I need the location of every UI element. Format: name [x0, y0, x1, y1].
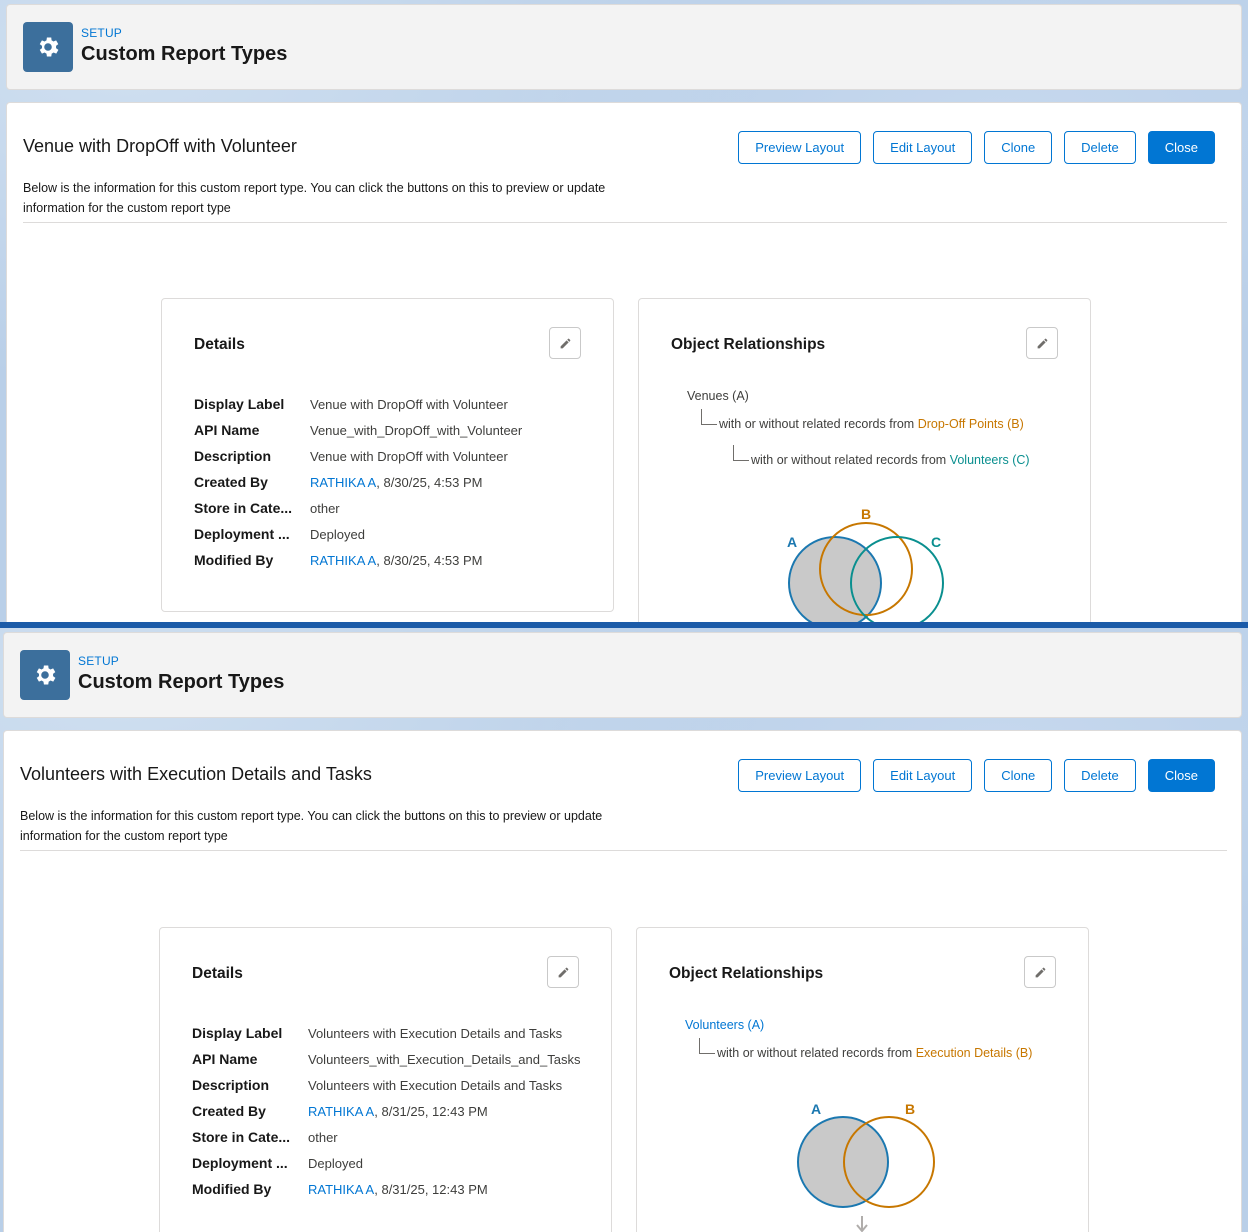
action-buttons: Preview Layout Edit Layout Clone Delete …	[738, 759, 1215, 792]
gear-icon	[39, 37, 59, 57]
edit-layout-button[interactable]: Edit Layout	[873, 759, 973, 792]
divider	[23, 222, 1227, 223]
pencil-icon	[1037, 338, 1047, 348]
page-header: SETUP Custom Report Types	[3, 632, 1242, 718]
edit-details-button[interactable]	[547, 956, 579, 988]
delete-button[interactable]: Delete	[1064, 759, 1136, 792]
field-store-in-category: Store in Cate... other	[194, 500, 340, 516]
gear-icon	[36, 665, 56, 685]
field-api-name: API Name Venue_with_DropOff_with_Volunte…	[194, 422, 523, 438]
venn-label-a: A	[787, 534, 797, 550]
relationships-title: Object Relationships	[671, 336, 826, 353]
field-description: Description Volunteers with Execution De…	[192, 1077, 563, 1093]
delete-button[interactable]: Delete	[1064, 131, 1136, 164]
field-api-name: API Name Volunteers_with_Execution_Detai…	[192, 1051, 581, 1067]
pencil-icon	[560, 338, 570, 348]
venn-label-b: B	[905, 1101, 915, 1117]
edit-relationships-button[interactable]	[1026, 327, 1058, 359]
details-card: Details Display Label Venue with DropOff…	[161, 298, 614, 612]
report-type-title: Venue with DropOff with Volunteer	[23, 136, 297, 156]
clone-button[interactable]: Clone	[984, 131, 1053, 164]
venn-diagram: A B C	[787, 506, 944, 622]
field-created-by: Created By RATHIKA A, 8/31/25, 12:43 PM	[192, 1103, 488, 1119]
edit-relationships-button[interactable]	[1024, 956, 1056, 988]
object-b-link[interactable]: Drop-Off Points (B)	[918, 417, 1024, 431]
field-deployment-status: Deployment ... Deployed	[194, 526, 365, 542]
relation-c-row: with or without related records from Vol…	[751, 453, 1030, 467]
details-fields: Display Label Volunteers with Execution …	[192, 1020, 580, 1202]
arrow-down-icon	[856, 1216, 868, 1232]
setup-gear-tile	[23, 22, 73, 72]
object-b-link[interactable]: Execution Details (B)	[916, 1046, 1033, 1060]
pencil-icon	[558, 967, 568, 977]
page-title: Custom Report Types	[81, 43, 288, 65]
report-type-description: Below is the information for this custom…	[20, 809, 603, 843]
venn-label-c: C	[931, 534, 941, 550]
field-created-by: Created By RATHIKA A, 8/30/25, 4:53 PM	[194, 474, 483, 490]
created-by-user-link[interactable]: RATHIKA A	[308, 1104, 374, 1119]
created-by-user-link[interactable]: RATHIKA A	[310, 475, 376, 490]
object-a-link[interactable]: Venues (A)	[687, 389, 749, 403]
object-c-link[interactable]: Volunteers (C)	[950, 453, 1030, 467]
clone-button[interactable]: Clone	[984, 759, 1053, 792]
setup-gear-tile	[20, 650, 70, 700]
report-type-panel: Venue with DropOff with Volunteer Below …	[6, 102, 1242, 622]
report-type-panel: Volunteers with Execution Details and Ta…	[3, 730, 1242, 1232]
screenshot-2: SETUP Custom Report Types Volunteers wit…	[0, 628, 1248, 1232]
object-relationships-card: Object Relationships Volunteers (A) with…	[636, 927, 1089, 1232]
field-display-label: Display Label Volunteers with Execution …	[192, 1025, 563, 1041]
tree-connector	[733, 445, 749, 461]
object-a-link[interactable]: Volunteers (A)	[685, 1018, 764, 1032]
tree-connector	[699, 1038, 715, 1054]
page-header: SETUP Custom Report Types	[6, 4, 1242, 90]
field-modified-by: Modified By RATHIKA A, 8/30/25, 4:53 PM	[194, 552, 483, 568]
close-button[interactable]: Close	[1147, 759, 1215, 792]
details-card: Details Display Label Volunteers with Ex…	[159, 927, 612, 1232]
action-buttons: Preview Layout Edit Layout Clone Delete …	[738, 131, 1215, 164]
modified-by-user-link[interactable]: RATHIKA A	[310, 553, 376, 568]
field-deployment-status: Deployment ... Deployed	[192, 1155, 363, 1171]
relation-b-row: with or without related records from Dro…	[719, 417, 1024, 431]
field-description: Description Venue with DropOff with Volu…	[194, 448, 508, 464]
field-display-label: Display Label Venue with DropOff with Vo…	[194, 396, 508, 412]
details-fields: Display Label Venue with DropOff with Vo…	[194, 391, 522, 573]
details-title: Details	[192, 965, 243, 982]
close-button[interactable]: Close	[1147, 131, 1215, 164]
venn-label-b: B	[861, 506, 871, 522]
preview-layout-button[interactable]: Preview Layout	[738, 759, 862, 792]
venn-label-a: A	[811, 1101, 821, 1117]
report-type-title: Volunteers with Execution Details and Ta…	[20, 764, 372, 784]
divider	[20, 850, 1227, 851]
page-title: Custom Report Types	[78, 671, 285, 693]
preview-layout-button[interactable]: Preview Layout	[738, 131, 862, 164]
setup-label: SETUP	[81, 26, 123, 40]
edit-details-button[interactable]	[549, 327, 581, 359]
relationships-title: Object Relationships	[669, 965, 824, 982]
tree-connector	[701, 409, 717, 425]
pencil-icon	[1035, 967, 1045, 977]
modified-by-user-link[interactable]: RATHIKA A	[308, 1182, 374, 1197]
report-type-description: Below is the information for this custom…	[23, 181, 606, 215]
edit-layout-button[interactable]: Edit Layout	[873, 131, 973, 164]
field-modified-by: Modified By RATHIKA A, 8/31/25, 12:43 PM	[192, 1181, 488, 1197]
details-title: Details	[194, 336, 245, 353]
relation-b-row: with or without related records from Exe…	[717, 1046, 1033, 1060]
setup-label: SETUP	[78, 654, 120, 668]
venn-circle-a	[788, 536, 882, 622]
object-relationships-card: Object Relationships Venues (A) with or …	[638, 298, 1091, 622]
venn-diagram: A B	[797, 1101, 935, 1232]
screenshot-1: SETUP Custom Report Types Venue with Dro…	[0, 0, 1248, 622]
field-store-in-category: Store in Cate... other	[192, 1129, 338, 1145]
